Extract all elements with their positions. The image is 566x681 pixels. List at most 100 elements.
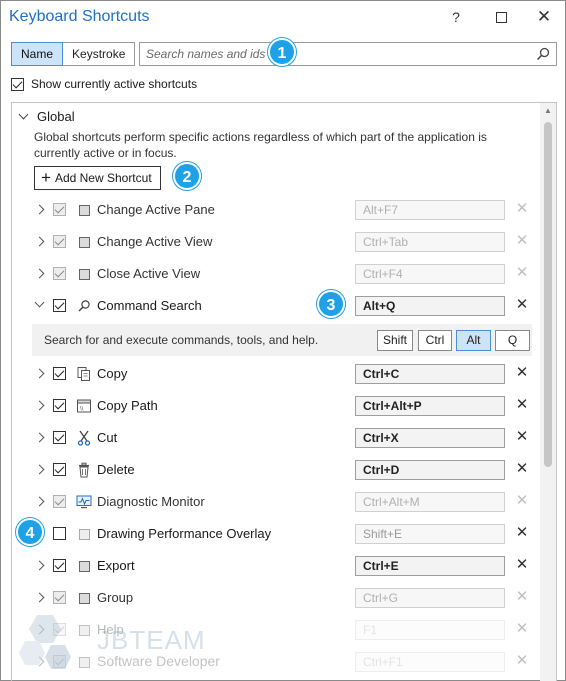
command-icon — [76, 590, 92, 606]
shortcut-name: Change Active View — [97, 234, 213, 249]
modifier-alt-button[interactable]: Alt — [456, 330, 491, 351]
shortcut-row[interactable]: Change Active Pane Alt+F7 ✕ — [12, 194, 540, 226]
group-title: Global — [37, 109, 75, 124]
remove-shortcut-icon[interactable]: ✕ — [514, 556, 530, 574]
shortcut-key-field[interactable]: Ctrl+C — [355, 364, 505, 384]
shortcut-name: Drawing Performance Overlay — [97, 526, 272, 541]
remove-shortcut-icon[interactable]: ✕ — [514, 652, 530, 670]
shortcut-row[interactable]: Cut Ctrl+X ✕ — [12, 422, 540, 454]
chevron-right-icon[interactable] — [34, 496, 45, 507]
shortcut-key-field[interactable]: Ctrl+Alt+P — [355, 396, 505, 416]
shortcut-checkbox[interactable] — [53, 203, 66, 216]
shortcut-key-field[interactable]: Ctrl+F4 — [355, 264, 505, 284]
chevron-right-icon[interactable] — [34, 204, 45, 215]
shortcut-row[interactable]: Export Ctrl+E ✕ — [12, 550, 540, 582]
remove-shortcut-icon[interactable]: ✕ — [514, 200, 530, 218]
search-icon[interactable] — [536, 47, 550, 61]
search-icon — [76, 298, 92, 314]
scroll-up-icon[interactable]: ▲ — [543, 106, 553, 116]
callout-1: 1 — [268, 38, 296, 66]
shortcut-row[interactable]: Command Search Alt+Q ✕ — [12, 290, 540, 322]
chevron-right-icon[interactable] — [34, 560, 45, 571]
shortcut-row[interactable]: Close Active View Ctrl+F4 ✕ — [12, 258, 540, 290]
chevron-right-icon[interactable] — [34, 432, 45, 443]
shortcut-row[interactable]: Diagnostic Monitor Ctrl+Alt+M ✕ — [12, 486, 540, 518]
shortcut-checkbox[interactable] — [53, 299, 66, 312]
callout-3: 3 — [317, 290, 345, 318]
tab-name[interactable]: Name — [11, 42, 64, 66]
shortcut-checkbox[interactable] — [53, 235, 66, 248]
shortcut-checkbox[interactable] — [53, 527, 66, 540]
shortcut-key-field[interactable]: Ctrl+D — [355, 460, 505, 480]
shortcut-key-field[interactable]: Ctrl+E — [355, 556, 505, 576]
chevron-right-icon[interactable] — [34, 368, 45, 379]
help-button[interactable]: ? — [441, 5, 471, 29]
remove-shortcut-icon[interactable]: ✕ — [514, 264, 530, 282]
modifier-ctrl-button[interactable]: Ctrl — [418, 330, 452, 351]
maximize-button[interactable] — [486, 5, 516, 29]
search-input[interactable] — [146, 46, 526, 62]
search-mode-toggle: Name Keystroke — [11, 42, 136, 66]
chevron-down-icon[interactable] — [34, 297, 45, 308]
shortcut-key-field[interactable]: Ctrl+Alt+M — [355, 492, 505, 512]
remove-shortcut-icon[interactable]: ✕ — [514, 524, 530, 542]
shortcut-checkbox[interactable] — [53, 559, 66, 572]
chevron-right-icon[interactable] — [34, 592, 45, 603]
shortcut-row[interactable]: \\ Copy Path Ctrl+Alt+P ✕ — [12, 390, 540, 422]
chevron-right-icon[interactable] — [34, 400, 45, 411]
remove-shortcut-icon[interactable]: ✕ — [514, 428, 530, 446]
shortcut-row[interactable]: Delete Ctrl+D ✕ — [12, 454, 540, 486]
chevron-down-icon — [18, 109, 29, 120]
modifier-shift-button[interactable]: Shift — [377, 330, 413, 351]
chevron-right-icon[interactable] — [34, 236, 45, 247]
shortcut-key-field[interactable]: Ctrl+F1 — [355, 652, 505, 672]
watermark: JBTEAM Software Developer — [17, 611, 237, 679]
shortcut-name: Close Active View — [97, 266, 201, 281]
remove-shortcut-icon[interactable]: ✕ — [514, 588, 530, 606]
remove-shortcut-icon[interactable]: ✕ — [514, 232, 530, 250]
remove-shortcut-icon[interactable]: ✕ — [514, 364, 530, 382]
command-icon — [76, 266, 92, 282]
search-box — [139, 42, 557, 66]
remove-shortcut-icon[interactable]: ✕ — [514, 396, 530, 414]
add-new-shortcut-button[interactable]: + Add New Shortcut — [34, 166, 161, 190]
tab-keystroke[interactable]: Keystroke — [63, 42, 136, 66]
chevron-right-icon[interactable] — [34, 464, 45, 475]
shortcut-row[interactable]: Group Ctrl+G ✕ — [12, 582, 540, 614]
title-bar: Keyboard Shortcuts ? ✕ — [1, 1, 565, 35]
show-active-checkbox[interactable] — [11, 77, 24, 91]
shortcut-checkbox[interactable] — [53, 399, 66, 412]
shortcut-checkbox[interactable] — [53, 367, 66, 380]
scrollbar-thumb[interactable] — [544, 122, 552, 467]
shortcut-checkbox[interactable] — [53, 431, 66, 444]
shortcut-row[interactable]: Drawing Performance Overlay Shift+E ✕ — [12, 518, 540, 550]
plus-icon: + — [41, 168, 51, 187]
shortcut-key-field[interactable]: F1 — [355, 620, 505, 640]
show-active-shortcuts[interactable]: Show currently active shortcuts — [11, 76, 197, 92]
remove-shortcut-icon[interactable]: ✕ — [514, 296, 530, 314]
scrollbar[interactable]: ▲ — [540, 103, 556, 681]
watermark-text: JBTEAM — [97, 625, 206, 655]
shortcut-name: Cut — [97, 430, 118, 445]
shortcut-checkbox[interactable] — [53, 463, 66, 476]
remove-shortcut-icon[interactable]: ✕ — [514, 492, 530, 510]
shortcut-row[interactable]: Change Active View Ctrl+Tab ✕ — [12, 226, 540, 258]
shortcut-row[interactable]: Copy Ctrl+C ✕ — [12, 358, 540, 390]
shortcut-checkbox[interactable] — [53, 591, 66, 604]
group-global-header[interactable]: Global — [18, 109, 75, 124]
shortcut-key-field[interactable]: Alt+Q — [355, 296, 505, 316]
shortcut-key-field[interactable]: Ctrl+X — [355, 428, 505, 448]
shortcut-name: Command Search — [97, 298, 202, 313]
shortcut-checkbox[interactable] — [53, 267, 66, 280]
shortcut-key-field[interactable]: Shift+E — [355, 524, 505, 544]
chevron-right-icon[interactable] — [34, 268, 45, 279]
shortcut-key-field[interactable]: Ctrl+Tab — [355, 232, 505, 252]
key-q-button[interactable]: Q — [495, 330, 530, 351]
shortcut-checkbox[interactable] — [53, 495, 66, 508]
shortcut-key-field[interactable]: Alt+F7 — [355, 200, 505, 220]
remove-shortcut-icon[interactable]: ✕ — [514, 460, 530, 478]
remove-shortcut-icon[interactable]: ✕ — [514, 620, 530, 638]
shortcut-key-field[interactable]: Ctrl+G — [355, 588, 505, 608]
close-button[interactable]: ✕ — [529, 5, 559, 29]
show-active-label: Show currently active shortcuts — [31, 77, 198, 91]
